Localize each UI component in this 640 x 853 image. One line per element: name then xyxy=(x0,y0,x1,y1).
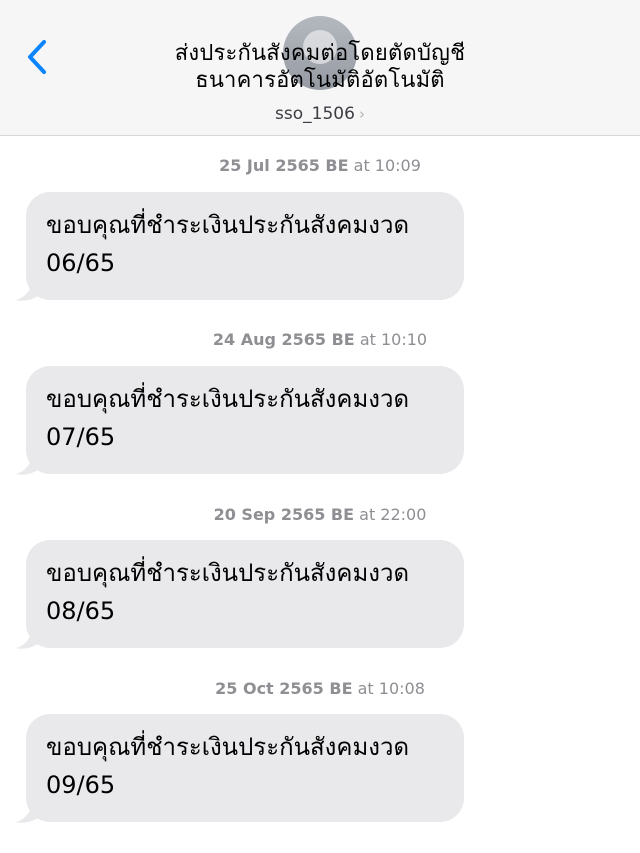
timestamp-date: 25 Oct 2565 BE xyxy=(215,679,353,698)
message-bubble[interactable]: ขอบคุณที่ชำระเงินประกันสังคมงวด 07/65 xyxy=(26,366,464,474)
title-line-2: ธนาคารอัตโนมัติอัตโนมัติ xyxy=(195,68,445,93)
message-text-line-2: 09/65 xyxy=(46,771,116,799)
message-text-line-1: ขอบคุณที่ชำระเงินประกันสังคมงวด xyxy=(46,211,410,239)
bubble-tail xyxy=(16,280,40,301)
message-text-line-2: 06/65 xyxy=(46,249,116,277)
message-timestamp: 20 Sep 2565 BE at 22:00 xyxy=(0,505,640,524)
timestamp-time: at 10:08 xyxy=(357,679,425,698)
message-text-line-1: ขอบคุณที่ชำระเงินประกันสังคมงวด xyxy=(46,385,410,413)
message-bubble[interactable]: ขอบคุณที่ชำระเงินประกันสังคมงวด 08/65 xyxy=(26,540,464,648)
chevron-left-icon xyxy=(28,40,46,74)
contact-name-button[interactable]: sso_1506 › xyxy=(220,104,420,124)
timestamp-date: 24 Aug 2565 BE xyxy=(212,330,355,349)
conversation-title: ส่งประกันสังคมต่อโดยตัดบัญชี ธนาคารอัตโน… xyxy=(120,40,520,94)
back-button[interactable] xyxy=(18,38,58,78)
chevron-right-icon: › xyxy=(358,105,365,123)
timestamp-date: 25 Jul 2565 BE xyxy=(219,156,349,175)
timestamp-time: at 22:00 xyxy=(359,505,427,524)
bubble-tail xyxy=(16,454,40,475)
title-line-1: ส่งประกันสังคมต่อโดยตัดบัญชี xyxy=(174,41,466,66)
timestamp-date: 20 Sep 2565 BE xyxy=(213,505,355,524)
message-text-line-2: 07/65 xyxy=(46,423,116,451)
message-timestamp: 24 Aug 2565 BE at 10:10 xyxy=(0,330,640,349)
bubble-tail xyxy=(16,802,40,823)
bubble-tail xyxy=(16,628,40,649)
message-bubble[interactable]: ขอบคุณที่ชำระเงินประกันสังคมงวด 09/65 xyxy=(26,714,464,822)
timestamp-time: at 10:10 xyxy=(359,330,428,349)
message-text-line-1: ขอบคุณที่ชำระเงินประกันสังคมงวด xyxy=(46,733,410,761)
timestamp-time: at 10:09 xyxy=(353,156,421,175)
message-bubble[interactable]: ขอบคุณที่ชำระเงินประกันสังคมงวด 06/65 xyxy=(26,192,464,300)
contact-name: sso_1506 xyxy=(275,104,355,124)
messages-screen: ส่งประกันสังคมต่อโดยตัดบัญชี ธนาคารอัตโน… xyxy=(0,0,640,853)
message-timestamp: 25 Jul 2565 BE at 10:09 xyxy=(0,156,640,175)
message-text-line-2: 08/65 xyxy=(46,597,116,625)
message-timestamp: 25 Oct 2565 BE at 10:08 xyxy=(0,679,640,698)
conversation-header: ส่งประกันสังคมต่อโดยตัดบัญชี ธนาคารอัตโน… xyxy=(0,0,640,136)
message-text-line-1: ขอบคุณที่ชำระเงินประกันสังคมงวด xyxy=(46,559,410,587)
